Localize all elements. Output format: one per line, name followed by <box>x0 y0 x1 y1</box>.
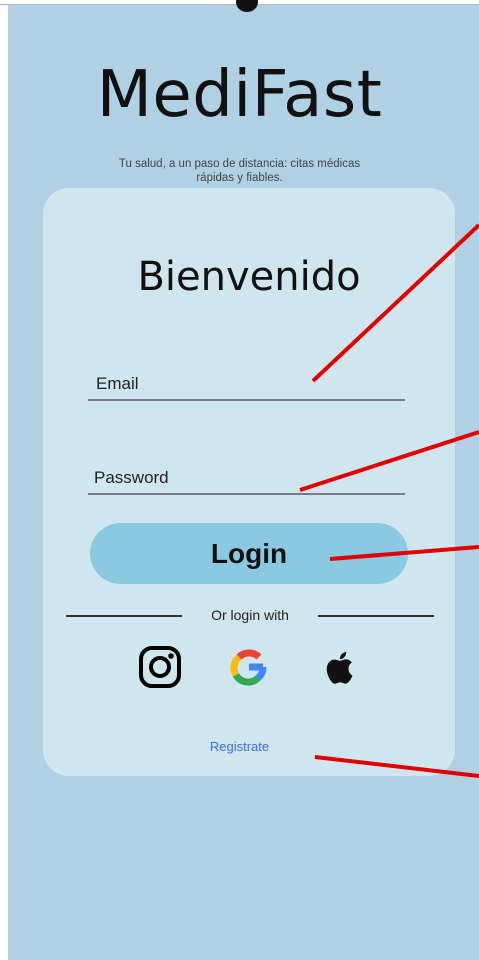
or-login-with-label: Or login with <box>211 607 289 623</box>
app-title: MediFast <box>96 58 383 132</box>
google-icon[interactable] <box>227 645 271 689</box>
divider-left <box>66 615 182 617</box>
welcome-heading: Bienvenido <box>137 254 361 300</box>
app-tagline: Tu salud, a un paso de distancia: citas … <box>118 158 361 184</box>
apple-icon[interactable] <box>318 645 362 689</box>
instagram-icon[interactable] <box>138 645 182 689</box>
divider-right <box>318 615 434 617</box>
email-field[interactable]: Email <box>96 374 139 394</box>
login-button[interactable]: Login <box>90 523 408 584</box>
register-link[interactable]: Registrate <box>0 739 479 754</box>
email-underline <box>88 399 405 401</box>
password-underline <box>88 493 405 495</box>
password-field[interactable]: Password <box>94 468 169 488</box>
